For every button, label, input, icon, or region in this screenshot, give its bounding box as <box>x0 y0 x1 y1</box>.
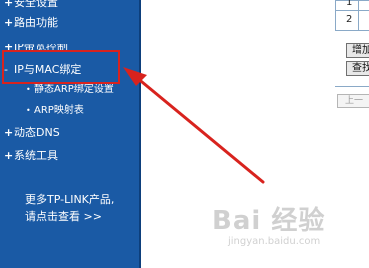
baidu-watermark-url: jingyan.baidu.com <box>228 236 321 247</box>
baidu-watermark: Bai 经验 <box>212 206 326 236</box>
